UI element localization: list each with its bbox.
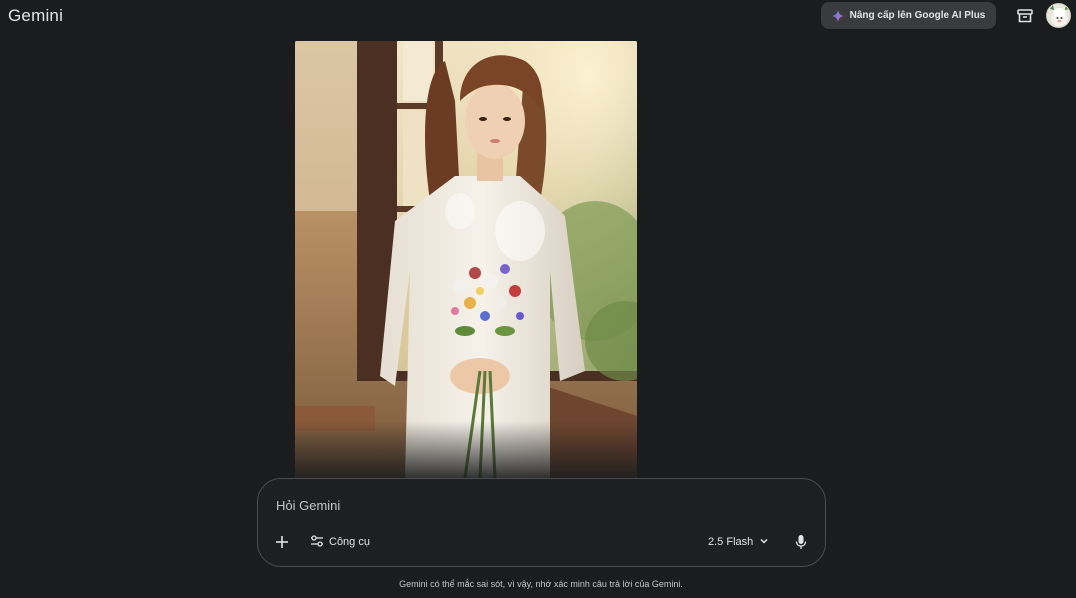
- chevron-down-icon: [759, 536, 769, 549]
- disclaimer-text: Gemini có thể mắc sai sót, vì vậy, nhớ x…: [399, 579, 683, 589]
- prompt-input[interactable]: Hỏi Gemini: [276, 498, 340, 513]
- app-logo[interactable]: Gemini: [8, 6, 63, 26]
- gemini-spark-icon: [831, 9, 844, 22]
- tools-button[interactable]: Công cụ: [310, 533, 370, 551]
- plus-icon[interactable]: [272, 532, 292, 552]
- model-selector[interactable]: 2.5 Flash: [708, 533, 769, 551]
- archive-icon[interactable]: [1016, 7, 1034, 25]
- mic-icon[interactable]: [793, 532, 809, 552]
- upgrade-button[interactable]: Nâng cấp lên Google AI Plus: [821, 2, 996, 29]
- upgrade-button-label: Nâng cấp lên Google AI Plus: [849, 10, 986, 21]
- prompt-composer[interactable]: Hỏi Gemini Công cụ 2.5 Flash: [257, 478, 826, 567]
- avatar[interactable]: [1046, 3, 1071, 28]
- model-label: 2.5 Flash: [708, 536, 754, 548]
- gemini-app: Gemini Nâng cấp lên Google AI Plus Hỏi G…: [0, 0, 1076, 598]
- tools-label: Công cụ: [329, 536, 370, 548]
- generated-image[interactable]: [295, 41, 637, 478]
- tools-icon: [310, 534, 324, 551]
